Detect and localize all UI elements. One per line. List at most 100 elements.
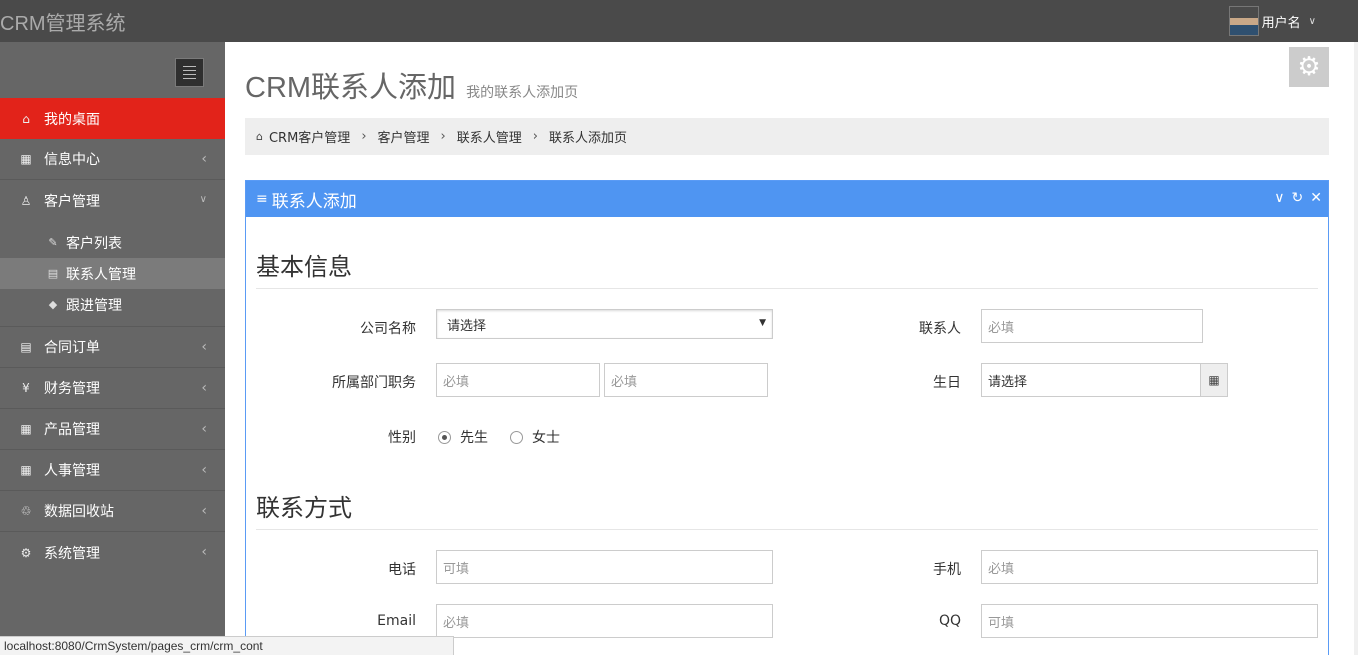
- user-name[interactable]: 用户名: [1262, 12, 1301, 31]
- sidebar-subitem-customer-list[interactable]: ✎ 客户列表: [0, 227, 225, 258]
- birthday-label: 生日: [933, 375, 961, 391]
- tag-icon: ◆: [48, 298, 58, 311]
- breadcrumb-item[interactable]: CRM客户管理: [269, 127, 350, 146]
- sidebar-subitem-contact-mgmt[interactable]: ▤ 联系人管理: [0, 258, 225, 289]
- panel-header: ≡ 联系人添加 ∨ ↻ ✕: [246, 181, 1328, 217]
- sidebar-item-recycle-bin[interactable]: ♲ 数据回收站 ‹: [0, 491, 225, 532]
- sidebar-submenu: ✎ 客户列表 ▤ 联系人管理 ◆ 跟进管理: [0, 221, 225, 327]
- sidebar-item-customer-mgmt[interactable]: ♙ 客户管理 ∨: [0, 180, 225, 221]
- edit-icon: ✎: [48, 236, 58, 249]
- dept-input[interactable]: 必填: [436, 363, 600, 397]
- user-icon: ♙: [20, 193, 32, 208]
- company-select[interactable]: 请选择 ▼: [436, 309, 773, 339]
- sidebar-toggle-button[interactable]: [175, 58, 204, 87]
- top-bar: CRM管理系统 用户名 ∨: [0, 0, 1358, 42]
- radio-checked[interactable]: [438, 430, 451, 444]
- sidebar-item-contracts[interactable]: ▤ 合同订单 ‹: [0, 327, 225, 368]
- sidebar-item-label: 合同订单: [44, 340, 100, 356]
- sidebar-item-label: 信息中心: [44, 152, 100, 168]
- sidebar-item-label: 数据回收站: [44, 504, 114, 520]
- chevron-left-icon: ‹: [201, 421, 207, 437]
- chevron-left-icon: ‹: [201, 339, 207, 355]
- sidebar-item-finance[interactable]: ¥ 财务管理 ‹: [0, 368, 225, 409]
- breadcrumb-item[interactable]: 客户管理: [378, 127, 430, 146]
- trash-icon: ♲: [20, 504, 32, 518]
- book-icon: ▤: [20, 340, 32, 354]
- sidebar-item-label: 客户管理: [44, 193, 100, 210]
- chevron-left-icon: ‹: [201, 151, 207, 167]
- mobile-label: 手机: [933, 562, 961, 578]
- phone-label: 电话: [388, 562, 416, 578]
- sidebar-subitem-label: 联系人管理: [66, 266, 136, 283]
- panel-title: 联系人添加: [271, 191, 357, 212]
- main-content: ⚙ CRM联系人添加 我的联系人添加页 ⌂ CRM客户管理 › 客户管理 › 联…: [225, 42, 1358, 655]
- chevron-left-icon: ‹: [201, 462, 207, 478]
- table-icon: ▦: [20, 463, 32, 477]
- panel-tools: ∨ ↻ ✕: [1274, 190, 1322, 206]
- page-title: CRM联系人添加 我的联系人添加页: [245, 72, 579, 104]
- sidebar-item-info-center[interactable]: ▦ 信息中心 ‹: [0, 139, 225, 180]
- close-icon[interactable]: ✕: [1310, 190, 1322, 206]
- table-icon: ▦: [20, 422, 32, 436]
- company-label: 公司名称: [360, 321, 416, 337]
- book-icon: ▤: [47, 267, 59, 280]
- sidebar-item-label: 财务管理: [44, 381, 100, 397]
- sidebar-item-label: 我的桌面: [44, 111, 100, 128]
- gender-radio-female[interactable]: 女士: [510, 427, 560, 447]
- sidebar-item-system[interactable]: ⚙ 系统管理 ‹: [0, 532, 225, 573]
- menu-icon: ≡: [256, 191, 268, 207]
- qq-input[interactable]: 可填: [981, 604, 1318, 638]
- phone-input[interactable]: 可填: [436, 550, 773, 584]
- sidebar-item-products[interactable]: ▦ 产品管理 ‹: [0, 409, 225, 450]
- sidebar-item-label: 人事管理: [44, 463, 100, 479]
- breadcrumb-separator: ›: [532, 129, 538, 144]
- chevron-left-icon: ‹: [201, 503, 207, 519]
- gear-icon: ⚙: [20, 545, 32, 560]
- gender-label: 性别: [388, 430, 416, 446]
- refresh-icon[interactable]: ↻: [1292, 190, 1304, 206]
- app-title[interactable]: CRM管理系统: [0, 7, 126, 36]
- section-title-basic: 基本信息: [256, 253, 352, 281]
- sidebar: ⌂ 我的桌面 ▦ 信息中心 ‹ ♙ 客户管理 ∨ ✎ 客户列表 ▤ 联系人管理 …: [0, 42, 225, 655]
- contact-add-panel: ≡ 联系人添加 ∨ ↻ ✕ 基本信息 公司名称 请选择 ▼ 联系人 必填 所属部…: [245, 180, 1329, 655]
- page-subtitle: 我的联系人添加页: [466, 84, 579, 100]
- breadcrumb-item-current: 联系人添加页: [548, 131, 627, 146]
- email-label: Email: [377, 613, 416, 629]
- user-menu[interactable]: 用户名 ∨: [1228, 6, 1316, 36]
- sidebar-item-hr[interactable]: ▦ 人事管理 ‹: [0, 450, 225, 491]
- position-input[interactable]: 必填: [604, 363, 768, 397]
- home-icon: ⌂: [22, 111, 30, 126]
- home-icon: ⌂: [256, 130, 263, 143]
- qq-label: QQ: [938, 613, 961, 629]
- sidebar-item-desktop[interactable]: ⌂ 我的桌面: [0, 98, 225, 139]
- yen-icon: ¥: [22, 381, 30, 395]
- divider: [256, 288, 1318, 289]
- sidebar-item-label: 产品管理: [44, 422, 100, 438]
- chevron-down-icon[interactable]: ∨: [1309, 16, 1316, 27]
- chevron-left-icon: ‹: [201, 544, 207, 560]
- contact-label: 联系人: [919, 321, 961, 337]
- sidebar-subitem-label: 跟进管理: [66, 297, 122, 314]
- dropdown-arrow-icon: ▼: [759, 318, 766, 328]
- sidebar-item-label: 系统管理: [44, 545, 100, 562]
- breadcrumb: ⌂ CRM客户管理 › 客户管理 › 联系人管理 › 联系人添加页: [245, 118, 1329, 155]
- sidebar-subitem-label: 客户列表: [66, 235, 122, 252]
- birthday-input[interactable]: 请选择 ▦: [981, 363, 1228, 397]
- collapse-icon[interactable]: ∨: [1274, 190, 1284, 206]
- breadcrumb-item[interactable]: 联系人管理: [457, 127, 522, 146]
- email-input[interactable]: 必填: [436, 604, 773, 638]
- contact-input[interactable]: 必填: [981, 309, 1203, 343]
- status-url: localhost:8080/CrmSystem/pages_crm/crm_c…: [4, 639, 263, 653]
- mobile-input[interactable]: 必填: [981, 550, 1318, 584]
- dept-position-label: 所属部门职务: [332, 375, 416, 391]
- gender-radio-male[interactable]: 先生: [438, 427, 488, 447]
- scrollbar[interactable]: [1354, 42, 1358, 655]
- radio-unchecked[interactable]: [510, 430, 523, 444]
- browser-status-bar: localhost:8080/CrmSystem/pages_crm/crm_c…: [0, 636, 454, 655]
- user-avatar[interactable]: [1228, 6, 1259, 36]
- calendar-icon[interactable]: ▦: [1200, 364, 1227, 396]
- breadcrumb-separator: ›: [361, 129, 367, 144]
- divider: [256, 529, 1318, 530]
- settings-button[interactable]: ⚙: [1289, 47, 1329, 87]
- sidebar-subitem-followup-mgmt[interactable]: ◆ 跟进管理: [0, 289, 225, 320]
